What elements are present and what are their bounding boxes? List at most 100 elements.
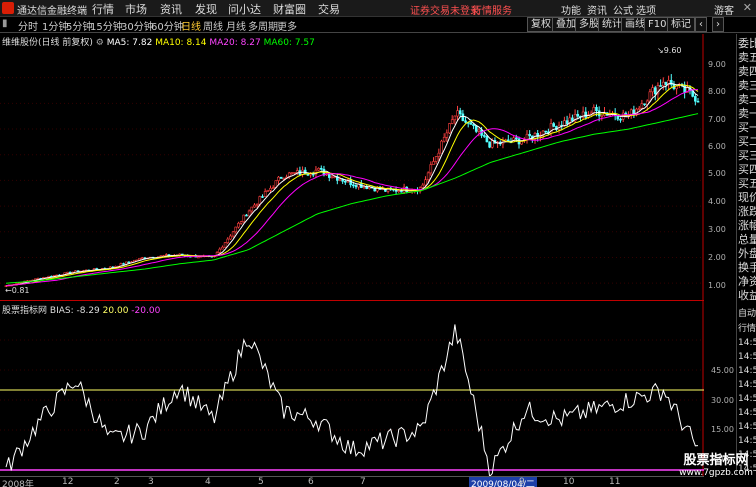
tick-list-header[interactable]: 自动 [738, 306, 756, 319]
quote-service-link[interactable]: 行情服务 [472, 2, 512, 17]
settings-icon[interactable]: ⚙ [96, 38, 104, 48]
candle-body [397, 190, 401, 192]
kline-background [0, 34, 704, 300]
y-tick: 1.00 [708, 281, 726, 290]
period-60min[interactable]: 60分钟 [151, 18, 184, 33]
candle-body [263, 191, 267, 197]
adjust-button[interactable]: 复权 [527, 17, 555, 32]
candle-body [661, 81, 665, 86]
candle-body [421, 184, 425, 188]
menu-trade[interactable]: 交易 [318, 1, 340, 17]
app-logo-icon [2, 2, 14, 14]
candle-body [66, 271, 69, 274]
period-1min[interactable]: 1分钟 [42, 18, 68, 33]
candle-body [218, 248, 222, 253]
candle-body [282, 178, 286, 180]
bias-legend: 股票指标网 BIAS: -8.29 20.00 -20.00 [2, 303, 160, 316]
candle-body [247, 210, 251, 217]
candle-body [234, 226, 238, 233]
menu-options[interactable]: 选项 [636, 2, 656, 17]
indicator-name[interactable]: 股票指标网 [2, 306, 47, 316]
candle-body [600, 115, 604, 117]
side-label: 买三 [738, 149, 756, 162]
y-tick: 8.00 [708, 87, 726, 96]
candle-body [469, 122, 473, 125]
bias-upper-value: 20.00 [102, 306, 129, 316]
candle-body [309, 173, 312, 176]
period-more[interactable]: 更多 [277, 18, 297, 33]
ma5-legend: MA5: 7.82 [106, 38, 153, 48]
menu-discover[interactable]: 发现 [195, 1, 217, 17]
stock-name[interactable]: 维维股份(日线 前复权) [2, 38, 93, 48]
candle-body [648, 91, 652, 102]
period-15min[interactable]: 15分钟 [90, 18, 123, 33]
menu-formula[interactable]: 公式 [613, 2, 633, 17]
period-daily[interactable]: 日线 [181, 18, 201, 33]
candle-body [464, 120, 467, 123]
tick-time: 14:5 [738, 380, 756, 390]
candle-body [482, 135, 486, 137]
candle-body [253, 204, 256, 208]
kline-chart[interactable]: ↘9.60 ←0.81 [0, 34, 704, 300]
ma10-legend: MA10: 8.14 [155, 38, 207, 48]
candle-body [472, 124, 475, 127]
period-intraday[interactable]: 分时 [18, 18, 38, 33]
candle-body [653, 87, 657, 95]
low-price-label: ←0.81 [5, 286, 30, 295]
candle-body [352, 184, 355, 187]
date-label: 10 [563, 477, 575, 487]
candle-body [683, 84, 686, 93]
bias-chart[interactable] [0, 300, 704, 476]
candle-body [140, 257, 144, 260]
mark-button[interactable]: 标记 [667, 17, 695, 32]
app-title: 通达信金融终端 [17, 6, 87, 17]
side-label: 委比 [738, 37, 756, 50]
toolbar-prev-icon[interactable]: ‹ [695, 17, 707, 32]
trade-login-notice[interactable]: 证券交易未登录 [410, 2, 480, 17]
date-label: 2 [114, 477, 120, 487]
candle-body [271, 187, 275, 189]
menu-ask[interactable]: 问小达 [228, 1, 261, 17]
menu-function[interactable]: 功能 [561, 2, 581, 17]
kline-panel[interactable]: ↘9.60 ←0.81 维维股份(日线 前复权) ⚙ MA5: 7.82 MA10… [0, 34, 704, 300]
menu-quotes[interactable]: 行情 [92, 1, 114, 17]
menu-news[interactable]: 资讯 [160, 1, 182, 17]
candle-body [597, 110, 601, 117]
date-label: 2008年 [2, 480, 34, 487]
user-label[interactable]: 游客 [714, 2, 734, 17]
candle-body [429, 164, 433, 174]
layout-icon[interactable]: ▮ [2, 18, 8, 29]
menu-info[interactable]: 资讯 [587, 2, 607, 17]
bias-value: BIAS: -8.29 [49, 306, 100, 316]
candle-body [242, 214, 246, 223]
candle-body [290, 172, 294, 174]
close-icon[interactable]: ✕ [743, 1, 752, 14]
main-legend: 维维股份(日线 前复权) ⚙ MA5: 7.82 MA10: 8.14 MA20… [2, 35, 315, 48]
y-tick: 7.00 [708, 115, 726, 124]
candle-body [432, 161, 435, 165]
candle-body [565, 120, 569, 124]
period-5min[interactable]: 5分钟 [66, 18, 92, 33]
period-30min[interactable]: 30分钟 [121, 18, 154, 33]
period-monthly[interactable]: 月线 [226, 18, 246, 33]
candle-body [640, 103, 644, 109]
menu-market[interactable]: 市场 [125, 1, 147, 17]
high-price-label: ↘9.60 [657, 46, 682, 55]
candle-body [696, 100, 700, 103]
candle-body [122, 263, 125, 265]
menu-wealth[interactable]: 财富圈 [273, 1, 306, 17]
period-weekly[interactable]: 周线 [203, 18, 223, 33]
period-multi[interactable]: 多周期 [248, 18, 278, 33]
candle-body [442, 136, 446, 142]
ind-y-tick: 45.00 [711, 366, 734, 375]
candle-body [245, 214, 248, 217]
candle-body [197, 256, 200, 259]
side-label: 涨跌 [738, 205, 756, 218]
period-toolbar: ▮ 分时 1分钟 5分钟 15分钟 30分钟 60分钟 日线 周线 月线 多周期… [0, 17, 756, 33]
candle-body [450, 119, 454, 124]
toolbar-next-icon[interactable]: › [712, 17, 724, 32]
candle-body [261, 196, 264, 198]
tick-list-header[interactable]: 行情 [738, 321, 756, 334]
candle-body [576, 113, 580, 117]
candle-body [293, 172, 296, 174]
